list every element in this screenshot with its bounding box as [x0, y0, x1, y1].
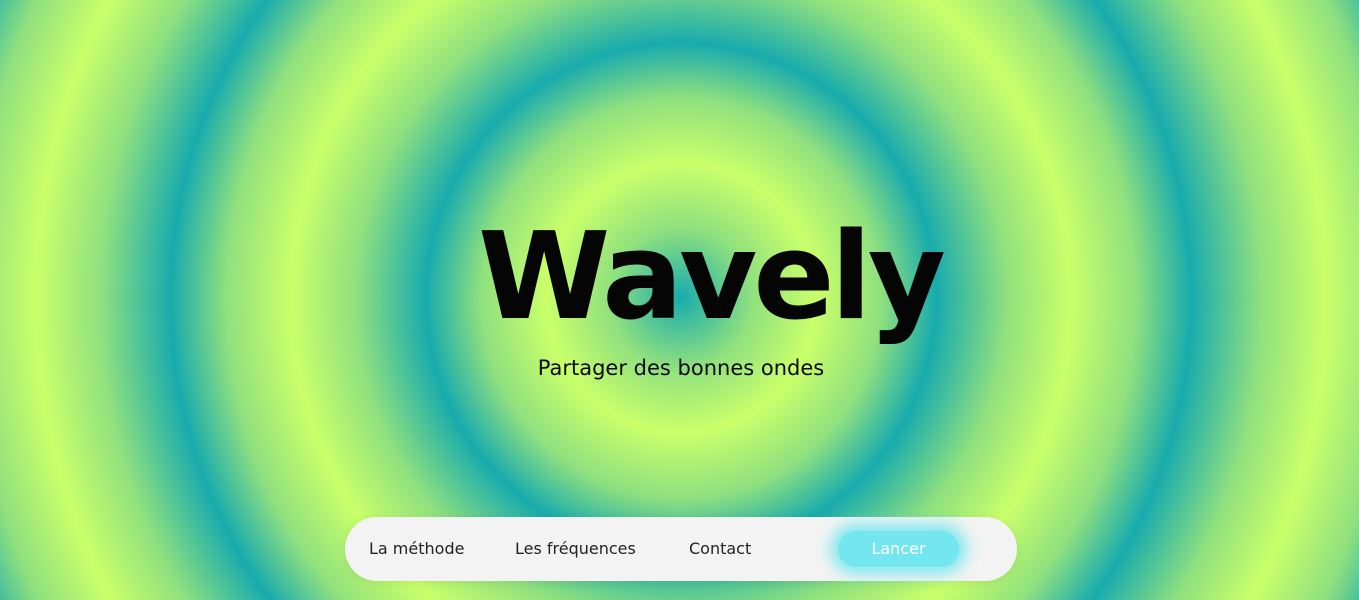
nav-link-les-frequences[interactable]: Les fréquences	[515, 517, 636, 581]
lancer-button[interactable]: Lancer	[838, 531, 959, 567]
nav-link-contact[interactable]: Contact	[689, 517, 751, 581]
hero-section: Wavely Partager des bonnes ondes	[0, 0, 1359, 600]
wavely-logo: Wavely	[478, 208, 946, 347]
tagline: Partager des bonnes ondes	[537, 356, 825, 380]
nav-link-la-methode[interactable]: La méthode	[369, 517, 464, 581]
bottom-navbar: La méthode Les fréquences Contact Lancer	[345, 517, 1017, 581]
